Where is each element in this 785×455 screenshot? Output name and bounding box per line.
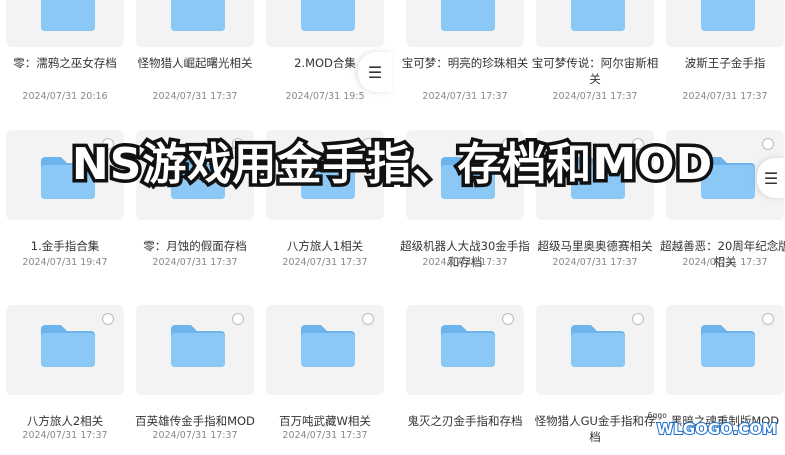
select-radio[interactable] [232, 313, 244, 325]
folder-icon [169, 0, 227, 33]
folder-icon [39, 323, 97, 369]
folder-name: 鬼灭之刃金手指和存档 [407, 414, 523, 428]
folder-date: 2024/07/31 17:37 [152, 257, 238, 268]
folder-icon [569, 323, 627, 369]
folder-date: 2024/07/31 17:37 [282, 257, 368, 268]
folder-item[interactable]: 宝可梦：明亮的珍珠相关 2024/07/31 17:37 [400, 0, 530, 145]
watermark: WLGOGO.COM [656, 419, 778, 439]
folder-date: 2024/07/31 17:37 [152, 430, 238, 441]
folder-icon [569, 0, 627, 33]
menu-icon: ☰ [367, 62, 383, 82]
folder-name: 宝可梦：明亮的珍珠相关 [401, 56, 529, 70]
folder-grid: 零：濡鸦之巫女存档 2024/07/31 20:16 怪物猎人崛起曙光相关 2024/… [0, 0, 785, 444]
folder-icon [699, 323, 757, 369]
folder-name: 超级马里奥奥德赛相关 [537, 239, 653, 253]
folder-thumbnail [406, 0, 524, 47]
menu-button[interactable]: ☰ [358, 52, 392, 92]
folder-item[interactable]: 鬼灭之刃金手指和存档 [400, 305, 530, 455]
folder-date: 2024/07/31 19:5 [285, 91, 365, 102]
folder-item[interactable]: 八方旅人2相关 2024/07/31 17:37 [0, 305, 130, 455]
select-radio[interactable] [762, 313, 774, 325]
folder-date: 2024/07/31 20:16 [22, 91, 108, 102]
folder-date: 2024/07/31 17:37 [22, 430, 108, 441]
folder-date: 2024/07/31 17:37 [422, 257, 508, 268]
folder-icon [169, 323, 227, 369]
select-radio[interactable] [502, 313, 514, 325]
folder-item[interactable]: 怪物猎人崛起曙光相关 2024/07/31 17:37 [130, 0, 260, 145]
folder-thumbnail [406, 305, 524, 395]
folder-date: 2024/07/31 17:37 [552, 91, 638, 102]
folder-date: 2024/07/31 17:37 [682, 257, 768, 268]
folder-thumbnail [266, 305, 384, 395]
folder-icon [299, 0, 357, 33]
folder-thumbnail [6, 0, 124, 47]
folder-name: 百万吨武藏W相关 [279, 414, 371, 428]
folder-thumbnail [266, 0, 384, 47]
folder-icon [299, 323, 357, 369]
folder-icon [699, 0, 757, 33]
folder-icon [39, 0, 97, 33]
folder-name: 1.金手指合集 [30, 239, 100, 253]
folder-item[interactable]: 百万吨武藏W相关 2024/07/31 17:37 [260, 305, 390, 455]
folder-name: 零：月蚀的假面存档 [143, 239, 247, 253]
select-radio[interactable] [362, 313, 374, 325]
folder-item[interactable]: 宝可梦传说：阿尔宙斯相关 2024/07/31 17:37 [530, 0, 660, 145]
folder-item[interactable]: 怪物猎人GU金手指和存档 [530, 305, 660, 455]
folder-thumbnail [136, 0, 254, 47]
folder-thumbnail [6, 305, 124, 395]
folder-thumbnail [666, 305, 784, 395]
watermark-small: 6ggo [647, 411, 667, 420]
folder-thumbnail [666, 0, 784, 47]
folder-name: 怪物猎人崛起曙光相关 [137, 56, 253, 70]
folder-name: 零：濡鸦之巫女存档 [13, 56, 117, 70]
folder-name: 八方旅人1相关 [286, 239, 364, 253]
banner-title: NS游戏用金手指、存档和MOD [68, 136, 715, 194]
folder-icon [439, 323, 497, 369]
folder-name: 八方旅人2相关 [26, 414, 104, 428]
folder-name: 波斯王子金手指 [684, 56, 766, 70]
folder-name: 怪物猎人GU金手指和存档 [534, 414, 656, 444]
folder-date: 2024/07/31 17:37 [152, 91, 238, 102]
folder-date: 2024/07/31 17:37 [552, 257, 638, 268]
folder-thumbnail [536, 0, 654, 47]
folder-item[interactable]: 百英雄传金手指和MOD 2024/07/31 17:37 [130, 305, 260, 455]
select-radio[interactable] [102, 313, 114, 325]
folder-name: 百英雄传金手指和MOD [135, 414, 255, 428]
folder-item[interactable]: 波斯王子金手指 2024/07/31 17:37 [660, 0, 785, 145]
folder-thumbnail [536, 305, 654, 395]
folder-date: 2024/07/31 19:47 [22, 257, 108, 268]
folder-date: 2024/07/31 17:37 [682, 91, 768, 102]
folder-name: 宝可梦传说：阿尔宙斯相关 [531, 56, 659, 86]
folder-item[interactable]: 零：濡鸦之巫女存档 2024/07/31 20:16 [0, 0, 130, 145]
folder-icon [439, 0, 497, 33]
select-radio[interactable] [632, 313, 644, 325]
folder-date: 2024/07/31 17:37 [282, 430, 368, 441]
folder-thumbnail [136, 305, 254, 395]
folder-date: 2024/07/31 17:37 [422, 91, 508, 102]
